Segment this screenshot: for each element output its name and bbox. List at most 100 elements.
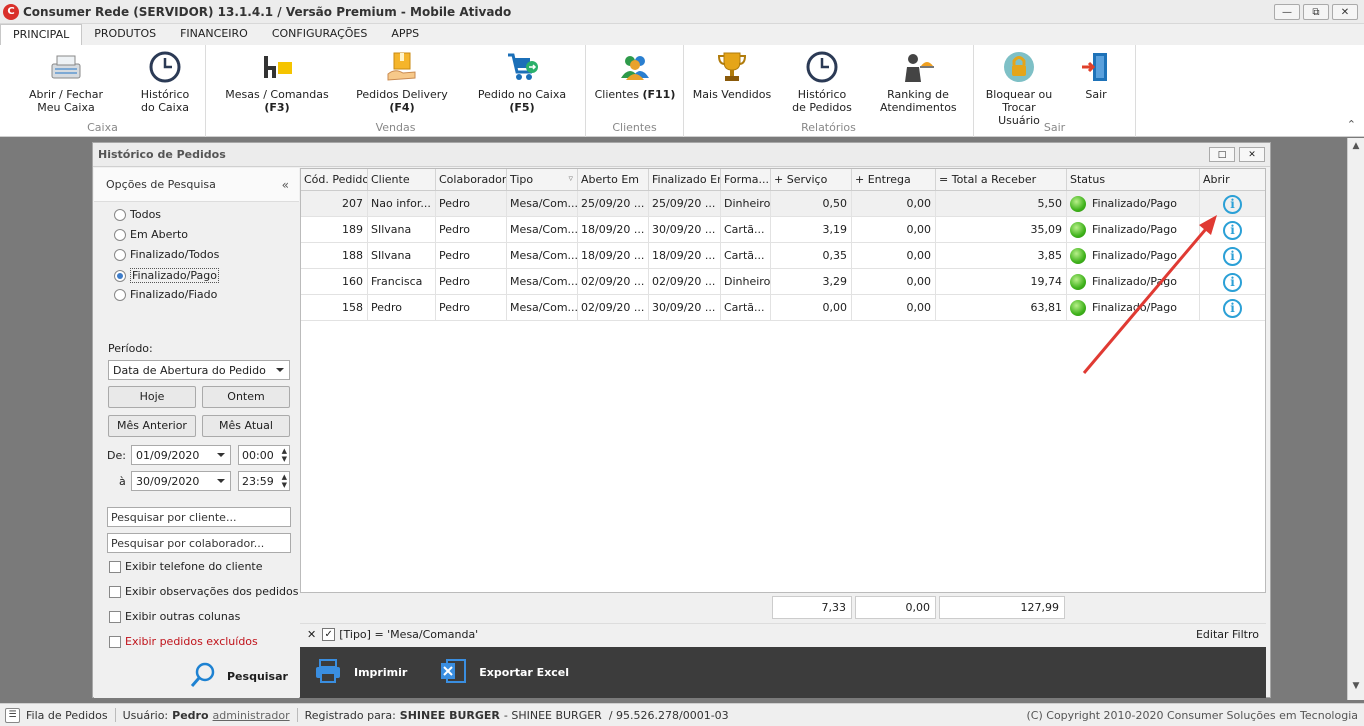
cell-forma: Cartã...: [721, 217, 771, 242]
radio-em-aberto[interactable]: Em Aberto: [114, 228, 188, 241]
de-date-picker[interactable]: 01/09/2020: [131, 445, 231, 465]
tab-apps[interactable]: APPS: [379, 24, 431, 45]
ranking-atendimentos-button[interactable]: Ranking de Atendimentos: [880, 50, 957, 114]
col-entrega[interactable]: + Entrega: [852, 169, 936, 190]
radio-finalizado-pago[interactable]: Finalizado/Pago: [114, 268, 219, 283]
editar-filtro-link[interactable]: Editar Filtro: [1196, 628, 1259, 641]
ontem-button[interactable]: Ontem: [202, 386, 290, 408]
scroll-up-icon[interactable]: ▲: [1348, 141, 1364, 157]
close-button[interactable]: ✕: [1332, 4, 1358, 20]
group-clientes: Clientes (F11) Clientes: [586, 45, 684, 137]
spinner-arrows-icon[interactable]: ▲ ▼: [282, 447, 287, 463]
tab-principal[interactable]: PRINCIPAL: [0, 24, 83, 45]
collapse-panel-icon[interactable]: «: [282, 178, 289, 192]
col-cod-pedido[interactable]: Cód. Pedido: [301, 169, 368, 190]
cell-cod: 207: [301, 191, 368, 216]
tab-configuracoes[interactable]: CONFIGURAÇÕES: [260, 24, 380, 45]
radio-circle: [114, 208, 126, 221]
hoje-button[interactable]: Hoje: [108, 386, 196, 408]
workspace-scrollbar[interactable]: ▲ ▼: [1347, 138, 1364, 700]
cell-forma: Cartã...: [721, 243, 771, 268]
cell-tipo: Mesa/Com...: [507, 295, 578, 320]
cliente-search-input[interactable]: Pesquisar por cliente...: [107, 507, 291, 527]
child-close-button[interactable]: ✕: [1239, 147, 1265, 162]
cell-cod: 188: [301, 243, 368, 268]
window-title: Consumer Rede (SERVIDOR) 13.1.4.1 / Vers…: [23, 4, 512, 19]
checkbox: [109, 560, 121, 573]
col-total[interactable]: = Total a Receber: [936, 169, 1067, 190]
pedido-caixa-label: Pedido no Caixa: [477, 88, 567, 101]
cell-aberto: 25/09/20 ...: [578, 191, 649, 216]
filter-bar: ✕ ✓ [Tipo] = 'Mesa/Comanda' Editar Filtr…: [300, 623, 1266, 645]
mes-anterior-button[interactable]: Mês Anterior: [108, 415, 196, 437]
maximize-button[interactable]: ⧉: [1303, 4, 1329, 20]
periodo-select[interactable]: Data de Abertura do Pedido: [108, 360, 290, 380]
mais-vendidos-button[interactable]: Mais Vendidos: [692, 50, 772, 101]
tab-financeiro[interactable]: FINANCEIRO: [168, 24, 260, 45]
historico-pedidos-button[interactable]: Histórico de Pedidos: [788, 50, 856, 114]
historico-caixa-button[interactable]: Histórico do Caixa: [134, 50, 196, 114]
col-colaborador[interactable]: Colaborador: [436, 169, 507, 190]
col-servico[interactable]: + Serviço: [771, 169, 852, 190]
col-tipo-label: Tipo: [510, 173, 534, 186]
tab-produtos[interactable]: PRODUTOS: [82, 24, 168, 45]
cell-entrega: 0,00: [852, 295, 936, 320]
mesas-label: Mesas / Comandas: [225, 88, 329, 101]
radio-finalizado-todos[interactable]: Finalizado/Todos: [114, 248, 219, 261]
people-icon: [618, 50, 652, 84]
col-aberto-em[interactable]: Aberto Em: [578, 169, 649, 190]
cell-colab: Pedro: [436, 243, 507, 268]
periodo-label: Período:: [108, 342, 153, 355]
radio-todos[interactable]: Todos: [114, 208, 161, 221]
clientes-button[interactable]: Clientes (F11): [594, 50, 676, 101]
minimize-button[interactable]: —: [1274, 4, 1300, 20]
filter-checkbox[interactable]: ✓: [322, 628, 336, 641]
mes-atual-button[interactable]: Mês Atual: [202, 415, 290, 437]
bloquear-usuario-button[interactable]: Bloquear ou Trocar Usuário: [980, 50, 1058, 127]
sair-button[interactable]: Sair: [1070, 50, 1122, 101]
col-status[interactable]: Status: [1067, 169, 1200, 190]
check-telefone[interactable]: Exibir telefone do cliente: [109, 560, 263, 573]
pedido-caixa-button[interactable]: Pedido no Caixa (F5): [464, 50, 580, 114]
imprimir-button[interactable]: Imprimir: [314, 658, 407, 687]
clear-filter-icon[interactable]: ✕: [307, 628, 316, 641]
pedido-caixa-shortcut: (F5): [509, 101, 535, 114]
clientes-label: Clientes: [594, 88, 639, 101]
col-finalizado-em[interactable]: Finalizado Em: [649, 169, 721, 190]
mesas-comandas-button[interactable]: Mesas / Comandas (F3): [214, 50, 340, 114]
cell-servico: 0,00: [771, 295, 852, 320]
fila-pedidos-link[interactable]: Fila de Pedidos: [26, 709, 108, 722]
colaborador-search-input[interactable]: Pesquisar por colaborador...: [107, 533, 291, 553]
ranking-label-1: Ranking de: [887, 88, 949, 101]
col-tipo[interactable]: Tipo ▿: [507, 169, 578, 190]
check-excluidos[interactable]: Exibir pedidos excluídos: [109, 635, 258, 648]
col-forma[interactable]: Forma...: [721, 169, 771, 190]
cell-total: 5,50: [936, 191, 1067, 216]
a-time-spinner[interactable]: 23:59 ▲ ▼: [238, 471, 290, 491]
spinner-arrows-icon[interactable]: ▲ ▼: [282, 473, 287, 489]
cell-aberto: 18/09/20 ...: [578, 217, 649, 242]
check-outras-colunas[interactable]: Exibir outras colunas: [109, 610, 240, 623]
de-time-spinner[interactable]: 00:00 ▲ ▼: [238, 445, 290, 465]
filter-icon[interactable]: ▿: [568, 169, 573, 190]
check-observacoes[interactable]: Exibir observações dos pedidos: [109, 585, 299, 598]
consumer-logo-icon: C: [3, 3, 19, 20]
abrir-label-1: Abrir / Fechar: [28, 88, 104, 101]
a-date-picker[interactable]: 30/09/2020: [131, 471, 231, 491]
cell-cliente: SIlvana: [368, 243, 436, 268]
chevron-down-icon: [276, 368, 284, 372]
cell-cliente: Francisca: [368, 269, 436, 294]
col-abrir[interactable]: Abrir: [1200, 169, 1265, 190]
de-date-value: 01/09/2020: [136, 448, 200, 462]
scroll-down-icon[interactable]: ▼: [1348, 681, 1364, 697]
pesquisar-button[interactable]: Pesquisar: [189, 661, 288, 692]
radio-finalizado-fiado[interactable]: Finalizado/Fiado: [114, 288, 217, 301]
collapse-ribbon-icon[interactable]: ⌃: [1347, 118, 1356, 131]
pedidos-delivery-button[interactable]: Pedidos Delivery (F4): [344, 50, 460, 114]
col-cliente[interactable]: Cliente: [368, 169, 436, 190]
radio-label: Finalizado/Todos: [130, 248, 220, 261]
child-maximize-button[interactable]: □: [1209, 147, 1235, 162]
exportar-excel-button[interactable]: Exportar Excel: [439, 658, 569, 687]
cell-total: 63,81: [936, 295, 1067, 320]
abrir-fechar-caixa-button[interactable]: Abrir / Fechar Meu Caixa: [26, 50, 106, 114]
